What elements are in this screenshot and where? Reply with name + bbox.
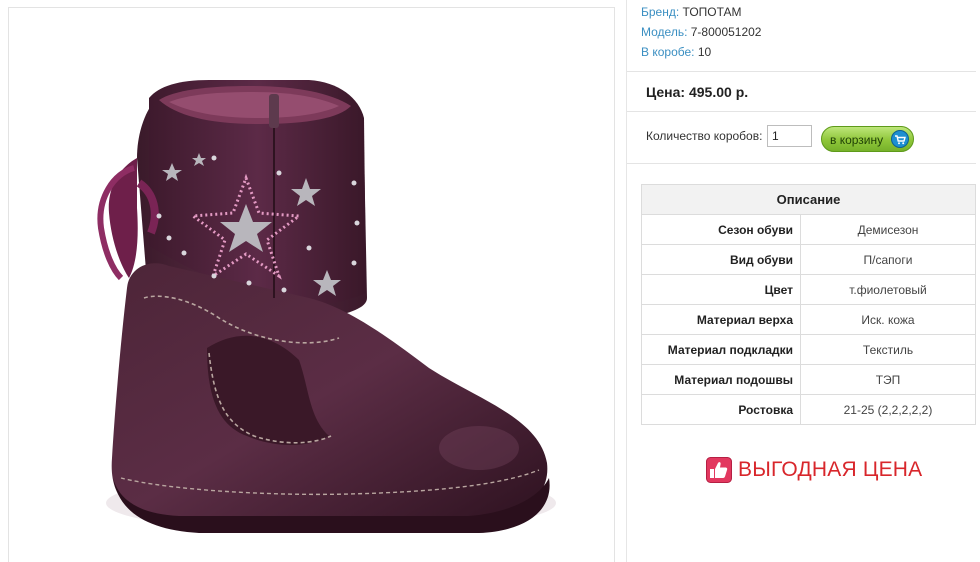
table-row: Материал подкладки Текстиль — [641, 334, 976, 365]
box-count-value: 10 — [697, 45, 712, 59]
spec-key: Сезон обуви — [641, 214, 801, 245]
spec-key: Материал верха — [641, 304, 801, 335]
product-image-frame[interactable] — [8, 7, 615, 562]
spec-table: Описание Сезон обуви Демисезон Вид обуви… — [641, 184, 976, 425]
quantity-label: Количество коробов: — [646, 129, 763, 143]
spec-table-title: Описание — [641, 184, 976, 215]
brand-value: ТОПОТАМ — [682, 5, 742, 19]
spec-key: Вид обуви — [641, 244, 801, 275]
spec-value: Текстиль — [800, 334, 976, 365]
table-row: Вид обуви П/сапоги — [641, 244, 976, 275]
separator — [627, 163, 976, 164]
separator — [627, 111, 976, 112]
table-row: Ростовка 21-25 (2,2,2,2,2) — [641, 394, 976, 425]
add-to-cart-label: в корзину — [830, 133, 884, 147]
table-row: Цвет т.фиолетовый — [641, 274, 976, 305]
spec-key: Материал подкладки — [641, 334, 801, 365]
model-line: Модель: 7-800051202 — [641, 25, 761, 39]
spec-value: ТЭП — [800, 364, 976, 395]
model-value: 7-800051202 — [690, 25, 762, 39]
spec-key: Материал подошвы — [641, 364, 801, 395]
separator — [627, 71, 976, 72]
add-to-cart-button[interactable]: в корзину — [821, 126, 914, 152]
cart-icon — [891, 130, 909, 148]
good-price-badge: ВЫГОДНАЯ ЦЕНА — [706, 456, 922, 484]
spec-value: П/сапоги — [800, 244, 976, 275]
brand-line: Бренд: ТОПОТАМ — [641, 5, 742, 19]
table-row: Сезон обуви Демисезон — [641, 214, 976, 245]
table-row: Материал подошвы ТЭП — [641, 364, 976, 395]
boot-product-image — [97, 80, 556, 533]
spec-value: Демисезон — [800, 214, 976, 245]
spec-value: т.фиолетовый — [800, 274, 976, 305]
column-divider — [626, 0, 627, 562]
spec-key: Цвет — [641, 274, 801, 305]
table-row: Материал верха Иск. кожа — [641, 304, 976, 335]
spec-value: Иск. кожа — [800, 304, 976, 335]
spec-table-header-row: Описание — [641, 184, 976, 215]
spec-value: 21-25 (2,2,2,2,2) — [800, 394, 976, 425]
model-label[interactable]: Модель: — [641, 25, 687, 39]
thumbs-up-icon — [706, 457, 732, 483]
good-price-text: ВЫГОДНАЯ ЦЕНА — [738, 458, 923, 481]
quantity-input[interactable] — [767, 125, 812, 147]
spec-key: Ростовка — [641, 394, 801, 425]
box-count-line: В коробе: 10 — [641, 45, 711, 59]
price-text: Цена: 495.00 р. — [646, 84, 749, 100]
brand-label[interactable]: Бренд: — [641, 5, 679, 19]
box-count-label[interactable]: В коробе: — [641, 45, 695, 59]
